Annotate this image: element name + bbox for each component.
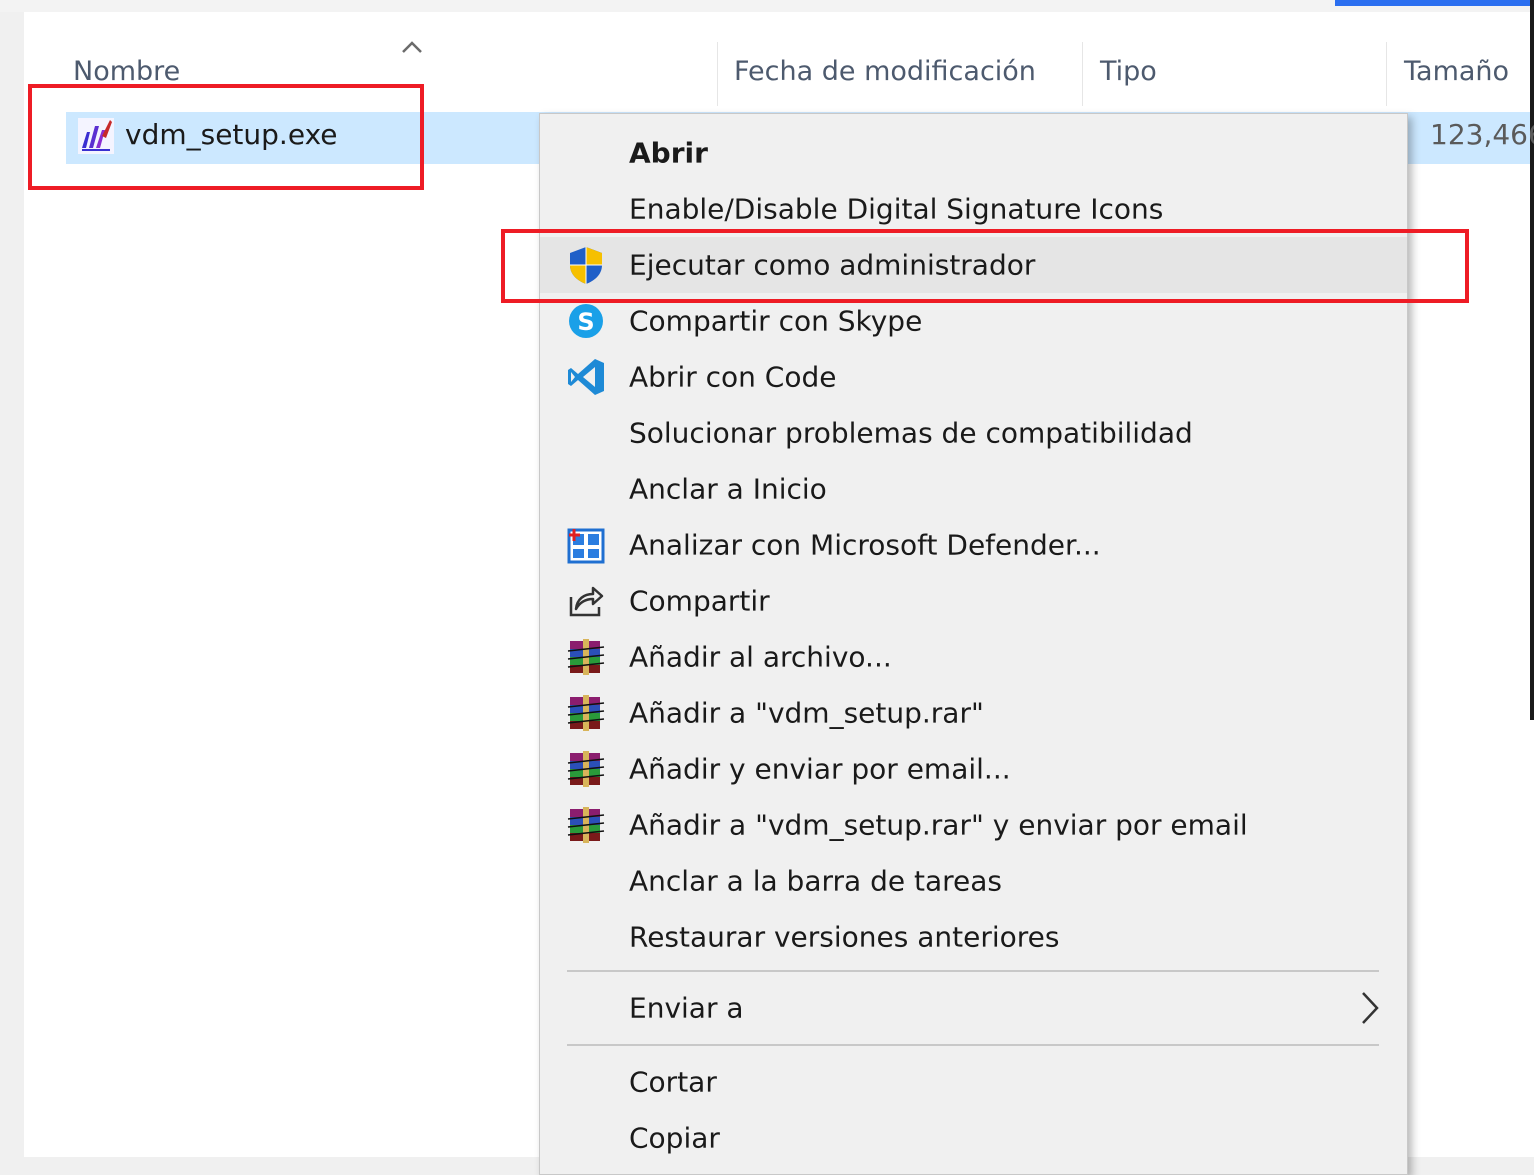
menu-item-label: Añadir y enviar por email... <box>629 752 1011 786</box>
menu-item-label: Anclar a la barra de tareas <box>629 864 1002 898</box>
ribbon-accent <box>1335 0 1534 6</box>
menu-item-label: Copiar <box>629 1121 720 1155</box>
menu-item-label: Solucionar problemas de compatibilidad <box>629 416 1193 450</box>
menu-item-label: Añadir a "vdm_setup.rar" y enviar por em… <box>629 808 1248 842</box>
winrar-icon <box>567 807 605 843</box>
menu-item-label: Enviar a <box>629 991 744 1025</box>
winrar-icon <box>567 751 605 787</box>
vscode-icon <box>568 359 604 395</box>
column-divider[interactable] <box>1386 42 1387 106</box>
file-size: 123,466 <box>1430 118 1534 151</box>
column-header-type[interactable]: Tipo <box>1100 56 1157 87</box>
menu-item-label: Cortar <box>629 1065 717 1099</box>
winrar-icon <box>567 639 605 675</box>
column-header-name[interactable]: Nombre <box>73 56 180 87</box>
menu-item-defender-scan[interactable]: Analizar con Microsoft Defender... <box>540 517 1407 573</box>
menu-item-label: Analizar con Microsoft Defender... <box>629 528 1101 562</box>
menu-item-restore-versions[interactable]: Restaurar versiones anteriores <box>540 909 1407 965</box>
share-icon <box>569 586 604 617</box>
column-divider[interactable] <box>1082 42 1083 106</box>
menu-item-open[interactable]: Abrir <box>540 125 1407 181</box>
defender-icon <box>567 528 605 564</box>
column-header-size[interactable]: Tamaño <box>1404 56 1509 87</box>
menu-item-add-archive[interactable]: Añadir al archivo... <box>540 629 1407 685</box>
menu-item-troubleshoot-compat[interactable]: Solucionar problemas de compatibilidad <box>540 405 1407 461</box>
menu-item-label: Compartir <box>629 584 770 618</box>
chevron-up-icon <box>402 41 422 53</box>
menu-item-add-and-email[interactable]: Añadir y enviar por email... <box>540 741 1407 797</box>
menu-item-label: Compartir con Skype <box>629 304 923 338</box>
menu-item-add-to-rar[interactable]: Añadir a "vdm_setup.rar" <box>540 685 1407 741</box>
menu-item-label: Abrir <box>629 136 708 170</box>
chevron-right-icon <box>1362 992 1379 1024</box>
menu-item-share[interactable]: Compartir <box>540 573 1407 629</box>
column-divider[interactable] <box>717 42 718 106</box>
menu-item-open-with-code[interactable]: Abrir con Code <box>540 349 1407 405</box>
annotation-box-file <box>28 84 424 190</box>
menu-item-label: Añadir a "vdm_setup.rar" <box>629 696 984 730</box>
menu-item-copy[interactable]: Copiar <box>540 1110 1407 1166</box>
menu-item-label: Enable/Disable Digital Signature Icons <box>629 192 1164 226</box>
menu-item-label: Abrir con Code <box>629 360 837 394</box>
skype-icon: S <box>569 304 603 338</box>
window-top-strip <box>0 0 1534 12</box>
menu-item-cut[interactable]: Cortar <box>540 1054 1407 1110</box>
menu-item-label: Anclar a Inicio <box>629 472 827 506</box>
menu-item-label: Restaurar versiones anteriores <box>629 920 1060 954</box>
winrar-icon <box>567 695 605 731</box>
menu-item-send-to[interactable]: Enviar a <box>540 980 1407 1036</box>
window-edge <box>1530 0 1534 720</box>
menu-item-label: Añadir al archivo... <box>629 640 892 674</box>
menu-separator <box>567 970 1379 972</box>
menu-item-pin-start[interactable]: Anclar a Inicio <box>540 461 1407 517</box>
menu-item-pin-taskbar[interactable]: Anclar a la barra de tareas <box>540 853 1407 909</box>
annotation-box-run-admin <box>501 229 1469 303</box>
column-header-modified[interactable]: Fecha de modificación <box>734 56 1036 87</box>
svg-text:S: S <box>577 308 594 336</box>
menu-item-add-rar-and-email[interactable]: Añadir a "vdm_setup.rar" y enviar por em… <box>540 797 1407 853</box>
menu-separator <box>567 1044 1379 1046</box>
